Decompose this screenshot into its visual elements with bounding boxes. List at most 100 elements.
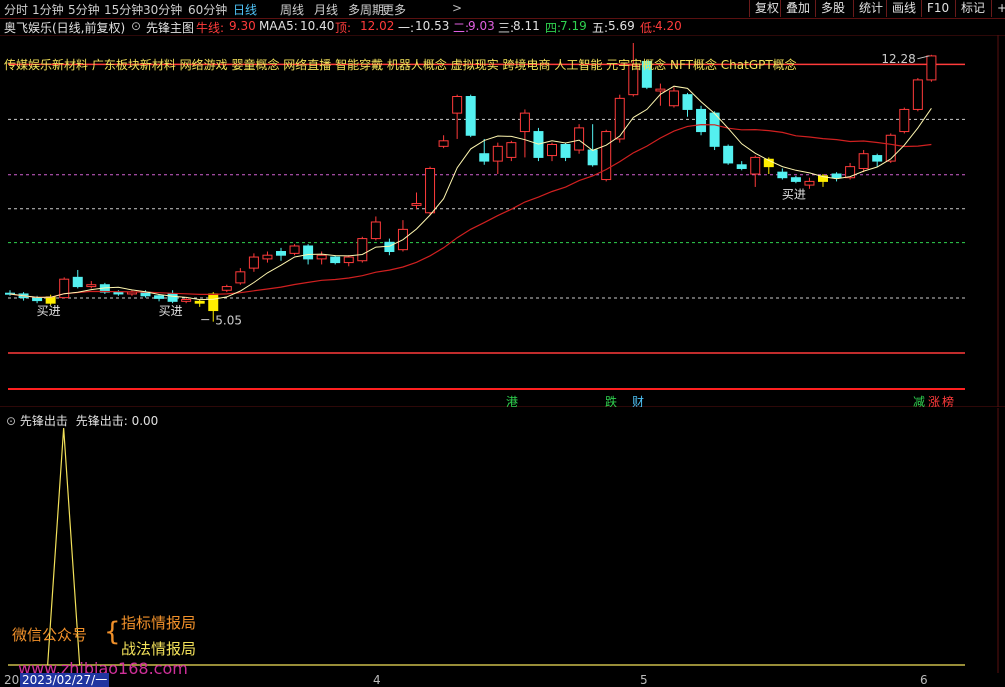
candle-body <box>723 145 734 164</box>
candle-body <box>519 112 530 133</box>
period-tab-9[interactable]: 多周期 <box>348 1 384 18</box>
event-tag-4: 涨 <box>928 394 940 407</box>
maa5-label: MAA5: <box>259 19 298 33</box>
high-price-label: 12.28 <box>881 52 915 66</box>
ding-label: 顶: <box>335 21 352 35</box>
di-value: 4.20 <box>655 19 682 33</box>
toolbar-button-2[interactable]: 多股 <box>815 0 850 17</box>
candle-body <box>357 238 368 262</box>
month-label-5: 5 <box>640 673 648 687</box>
wu-value: 5.69 <box>608 19 635 33</box>
candle-body <box>736 164 747 169</box>
indicator-toggle-icon[interactable]: ⊙ <box>131 19 141 33</box>
toolbar-button-0[interactable]: 复权 <box>749 0 784 17</box>
candle-body <box>465 96 476 136</box>
lower-toggle-icon[interactable]: ⊙ <box>6 414 16 428</box>
month-label-6: 6 <box>920 673 928 687</box>
candle-body <box>479 153 490 162</box>
event-tag-1: 跌 <box>605 394 617 407</box>
candle-body <box>316 254 327 260</box>
concept-tags-line: 传媒娱乐新材料 广东板块新材料 网络游戏 婴童概念 网络直播 智能穿戴 机器人概… <box>4 58 797 72</box>
candle-body <box>696 108 707 133</box>
period-tab-7[interactable]: 周线 <box>280 1 304 18</box>
candle-body <box>601 131 612 181</box>
period-tab-5[interactable]: 60分钟 <box>188 1 227 18</box>
san-label: 三: <box>498 21 515 35</box>
yi-value: 10.53 <box>415 19 450 33</box>
candle-body <box>181 298 192 302</box>
candle-body <box>167 293 178 302</box>
event-tag-2: 财 <box>632 395 644 407</box>
watermark-wechat: 微信公众号 <box>12 626 88 644</box>
candle-body <box>194 300 205 304</box>
period-tab-8[interactable]: 月线 <box>314 1 338 18</box>
event-tag-0: 港 <box>506 395 518 407</box>
period-tab-10[interactable]: 更多 <box>382 1 406 18</box>
lower-indicator-name[interactable]: 先锋出击 <box>20 414 68 428</box>
buy-signal-label: 买进 <box>782 188 806 202</box>
more-arrow-icon[interactable]: > <box>452 1 462 15</box>
buy-signal-label: 买进 <box>37 304 61 318</box>
candle-body <box>221 286 232 291</box>
candle-body <box>262 254 273 260</box>
lower-indicator-value: 先锋出击: 0.00 <box>75 414 159 428</box>
period-tab-1[interactable]: 1分钟 <box>32 1 64 18</box>
period-tab-2[interactable]: 5分钟 <box>68 1 100 18</box>
period-tab-3[interactable]: 15分钟 <box>104 1 143 18</box>
candle-body <box>574 127 585 151</box>
wu-label: 五: <box>592 21 609 35</box>
candle-body <box>709 112 720 147</box>
candle-body <box>926 55 937 81</box>
period-tab-0[interactable]: 分时 <box>4 1 28 18</box>
candle-body <box>438 140 449 147</box>
candle-body <box>154 295 165 299</box>
candle-body <box>831 173 842 179</box>
candle-body <box>845 166 856 179</box>
toolbar-more-button[interactable]: + <box>991 0 1005 17</box>
event-tag-3: 减 <box>913 395 925 407</box>
candle-body <box>912 79 923 110</box>
toolbar-button-3[interactable]: 统计 <box>853 0 888 17</box>
candle-body <box>276 251 286 256</box>
er-value: 9.03 <box>468 19 495 33</box>
candle-body <box>303 245 314 260</box>
ma-long-line <box>9 123 932 299</box>
main-kline-chart[interactable]: 12.285.05买进 买进买进港跌财减涨榜 <box>0 35 1005 407</box>
period-tab-6[interactable]: 日线 <box>233 1 257 18</box>
candle-body <box>113 291 124 295</box>
month-label-4: 4 <box>373 673 381 687</box>
yi-label: 一: <box>398 21 415 35</box>
candle-body <box>668 90 679 107</box>
candle-body <box>208 293 219 312</box>
candle-body <box>289 245 300 254</box>
candle-body <box>655 88 666 92</box>
period-toolbar: 分时 1分钟 5分钟 15分钟 30分钟 60分钟 日线 周线 月线 多周期 更多 > 复权 叠加 多股 统计… <box>0 0 1005 19</box>
si-label: 四: <box>545 21 562 35</box>
maa5-value: 10.40 <box>300 19 335 33</box>
toolbar-button-1[interactable]: 叠加 <box>780 0 815 17</box>
candle-body <box>560 143 571 158</box>
toolbar-button-6[interactable]: 标记 <box>955 0 990 17</box>
er-label: 二: <box>453 21 470 35</box>
date-cursor-box: 2023/02/27/一 <box>20 673 110 687</box>
candle-body <box>248 256 259 269</box>
period-tab-4[interactable]: 30分钟 <box>143 1 182 18</box>
candle-body <box>804 180 815 186</box>
event-tag-5: 榜 <box>942 394 954 407</box>
lower-indicator-chart[interactable] <box>0 408 1005 673</box>
main-indicator-name[interactable]: 先锋主图 <box>146 19 194 36</box>
niu-value: 9.30 <box>229 19 256 33</box>
toolbar-button-4[interactable]: 画线 <box>886 0 921 17</box>
candle-body <box>682 94 693 110</box>
date-prefix: 20 <box>4 673 20 687</box>
candle-body <box>32 297 43 302</box>
niu-label: 牛线: <box>196 21 225 35</box>
toolbar-button-5[interactable]: F10 <box>921 0 954 17</box>
candle-body <box>614 97 625 140</box>
candle-body <box>235 271 246 284</box>
candle-body <box>790 177 801 182</box>
candle-body <box>411 203 422 206</box>
watermark-line1: 指标情报局 <box>121 614 197 632</box>
buy-signal-label: 买进 <box>159 304 183 318</box>
watermark-line2: 战法情报局 <box>121 640 197 658</box>
